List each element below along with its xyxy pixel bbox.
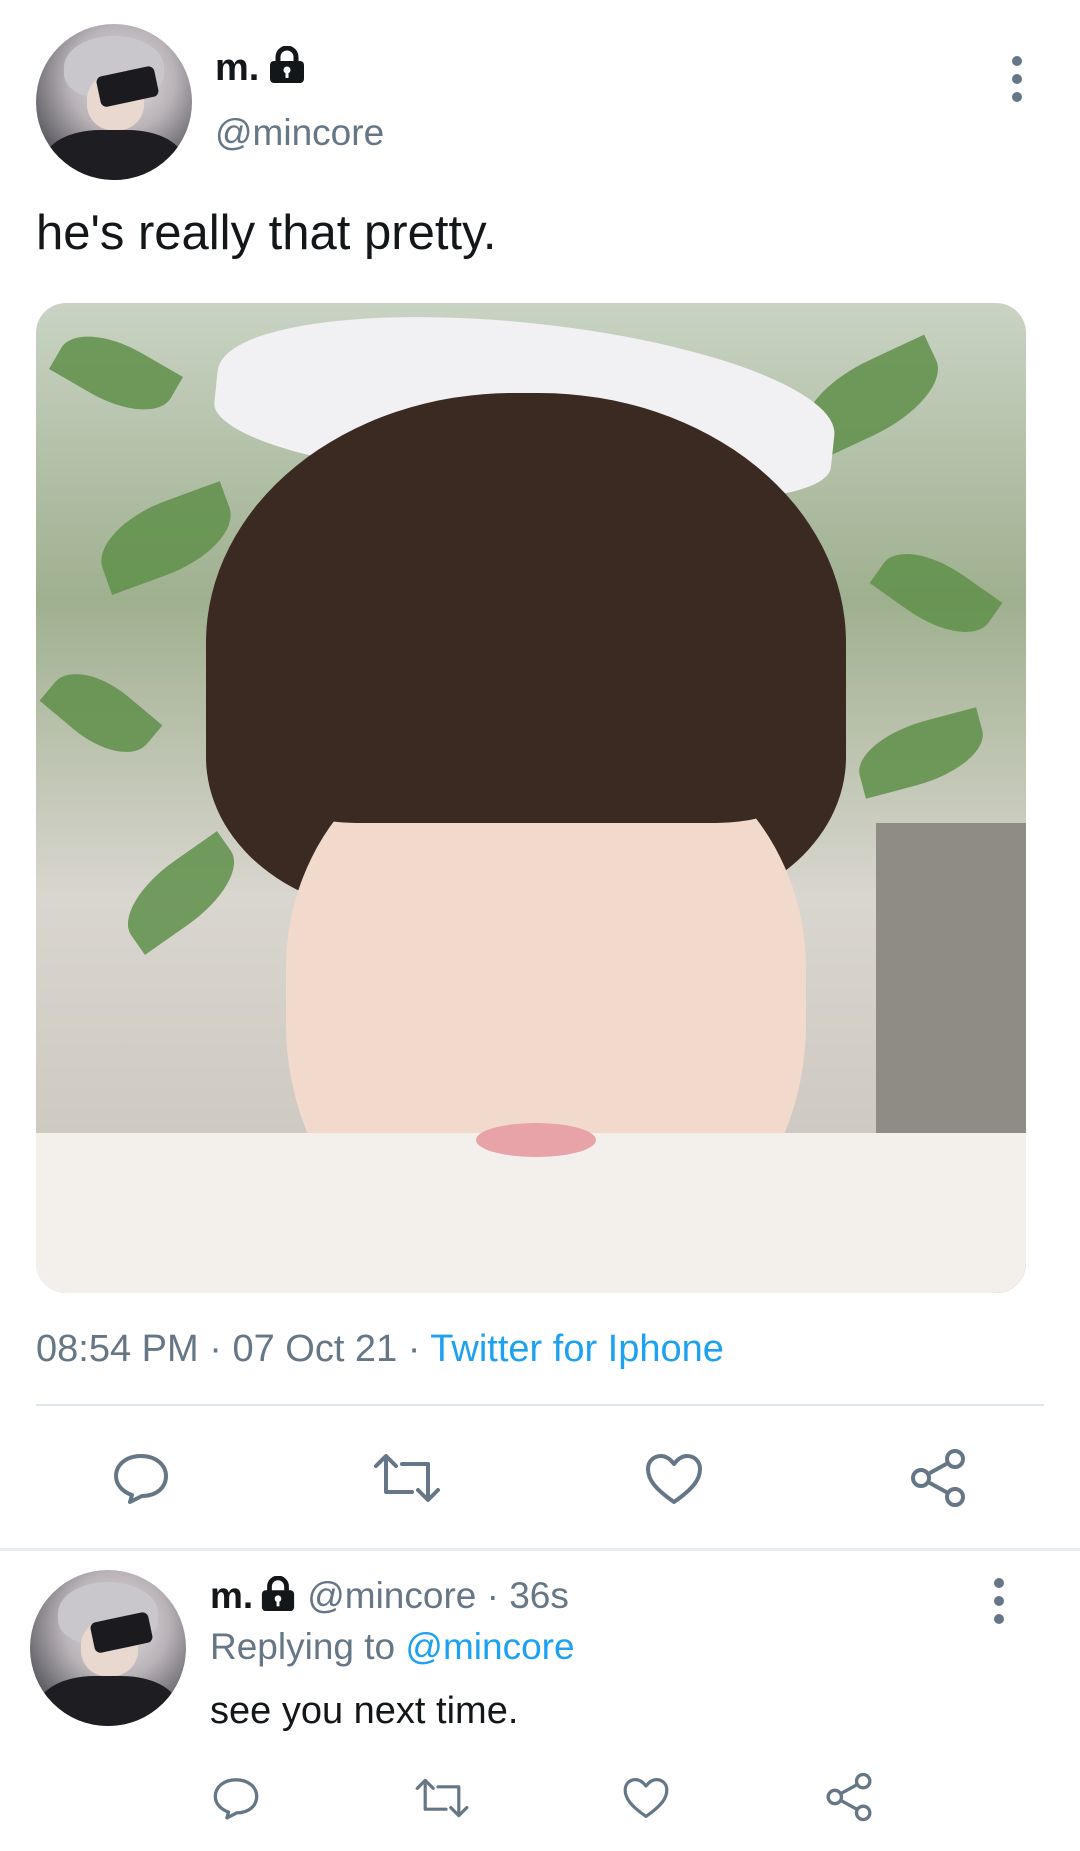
tweet-date: 07 Oct 21 [232,1328,398,1370]
reply-icon [213,1778,259,1820]
reply-icon [114,1454,168,1504]
reply-reply-button[interactable] [212,1776,260,1825]
retweet-icon [374,1454,440,1502]
reply-avatar[interactable] [30,1570,186,1726]
main-display-name[interactable]: m. [215,45,307,94]
tweet-text: he's really that pretty. [36,206,497,260]
replying-to-line: Replying to @mincore [210,1626,575,1667]
reply-handle[interactable]: @mincore [307,1575,476,1616]
reply-header: m. @mincore · 36s [210,1575,569,1621]
section-divider [0,1548,1080,1551]
lock-icon [259,1575,297,1621]
share-button[interactable] [908,1448,968,1513]
reply-text: see you next time. [210,1690,519,1732]
replying-to-link[interactable]: @mincore [405,1626,574,1667]
reply-button[interactable] [112,1452,170,1509]
reply-timestamp: 36s [509,1575,569,1616]
tweet-media-photo[interactable] [36,303,1026,1293]
share-icon [911,1449,965,1507]
main-handle[interactable]: @mincore [215,112,384,154]
lock-icon [267,45,307,94]
reply-like-button[interactable] [622,1776,670,1825]
tweet-time: 08:54 PM [36,1328,199,1370]
tweet-source-link[interactable]: Twitter for Iphone [430,1328,724,1370]
retweet-button[interactable] [372,1452,442,1509]
reply-retweet-button[interactable] [414,1776,470,1825]
share-icon [826,1772,872,1822]
reply-share-button[interactable] [824,1772,874,1827]
retweet-icon [415,1778,469,1818]
like-button[interactable] [644,1452,704,1511]
main-avatar[interactable] [36,24,192,180]
tweet-timestamp-line: 08:54 PM · 07 Oct 21 · Twitter for Iphon… [36,1328,724,1370]
divider [36,1404,1044,1406]
like-icon [646,1454,702,1504]
like-icon [623,1778,669,1818]
more-icon[interactable] [1012,56,1024,110]
reply-more-icon[interactable] [994,1578,1006,1632]
reply-display-name[interactable]: m. [210,1575,253,1616]
